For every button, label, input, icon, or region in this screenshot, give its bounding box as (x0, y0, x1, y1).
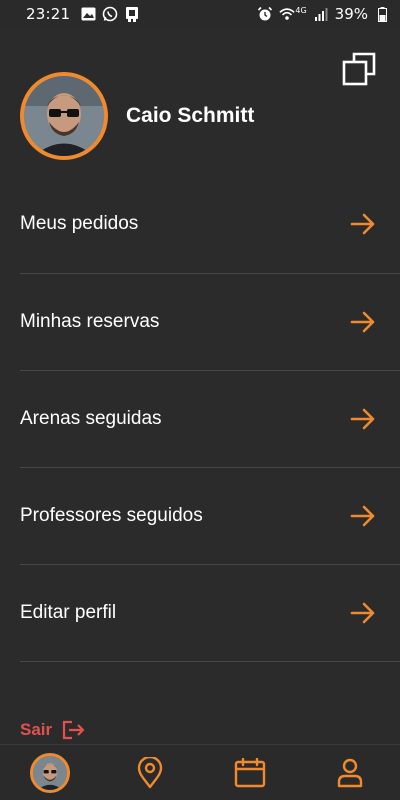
location-pin-icon (137, 756, 163, 788)
profile-menu: Meus pedidos Minhas reservas Arenas segu… (20, 174, 400, 662)
window-button[interactable] (342, 52, 376, 86)
menu-item-meus-pedidos[interactable]: Meus pedidos (20, 174, 400, 274)
user-icon (337, 758, 363, 787)
menu-item-label: Arenas seguidas (20, 408, 162, 429)
menu-item-label: Minhas reservas (20, 311, 160, 332)
avatar-photo (24, 76, 104, 156)
menu-item-label: Professores seguidos (20, 505, 203, 526)
arrow-right-icon (350, 213, 375, 234)
profile-name: Caio Schmitt (126, 104, 255, 127)
menu-item-arenas-seguidas[interactable]: Arenas seguidas (20, 371, 400, 468)
window-overlap-icon (342, 52, 376, 86)
signal-icon (313, 6, 329, 22)
menu-item-minhas-reservas[interactable]: Minhas reservas (20, 274, 400, 371)
nav-user[interactable] (320, 745, 380, 800)
arrow-right-icon (350, 311, 375, 333)
arrow-right-icon (350, 408, 375, 430)
menu-item-label: Meus pedidos (20, 212, 139, 234)
avatar[interactable] (20, 72, 108, 160)
menu-item-professores-seguidos[interactable]: Professores seguidos (20, 468, 400, 565)
nav-calendar[interactable] (220, 745, 280, 800)
calendar-icon (234, 757, 266, 787)
status-time: 23:21 (26, 5, 71, 23)
nav-profile[interactable] (20, 745, 80, 800)
arrow-right-icon (350, 505, 375, 527)
logout-button[interactable]: Sair (20, 720, 86, 740)
gallery-icon (80, 6, 96, 22)
arrow-right-icon (350, 602, 375, 624)
menu-item-editar-perfil[interactable]: Editar perfil (20, 565, 400, 662)
logout-icon (63, 720, 85, 740)
avatar-photo (33, 755, 67, 790)
whatsapp-icon (102, 6, 118, 22)
alarm-icon (257, 6, 273, 22)
network-type: 4G (295, 5, 307, 15)
battery-icon (374, 6, 390, 22)
status-bar: 23:21 4G 39% (0, 0, 400, 28)
nav-location[interactable] (120, 745, 180, 800)
notification-icons (80, 6, 140, 22)
wifi-icon (279, 6, 295, 22)
profile-screen: Caio Schmitt Meus pedidos Minhas reserva… (0, 28, 400, 754)
menu-item-label: Editar perfil (20, 602, 117, 623)
avatar (30, 752, 70, 793)
app-notification-icon (124, 6, 140, 22)
bottom-nav (0, 744, 400, 800)
profile-header: Caio Schmitt (20, 72, 254, 160)
battery-percent: 39% (334, 5, 368, 23)
status-right: 4G 39% (257, 5, 390, 23)
logout-label: Sair (20, 720, 53, 739)
